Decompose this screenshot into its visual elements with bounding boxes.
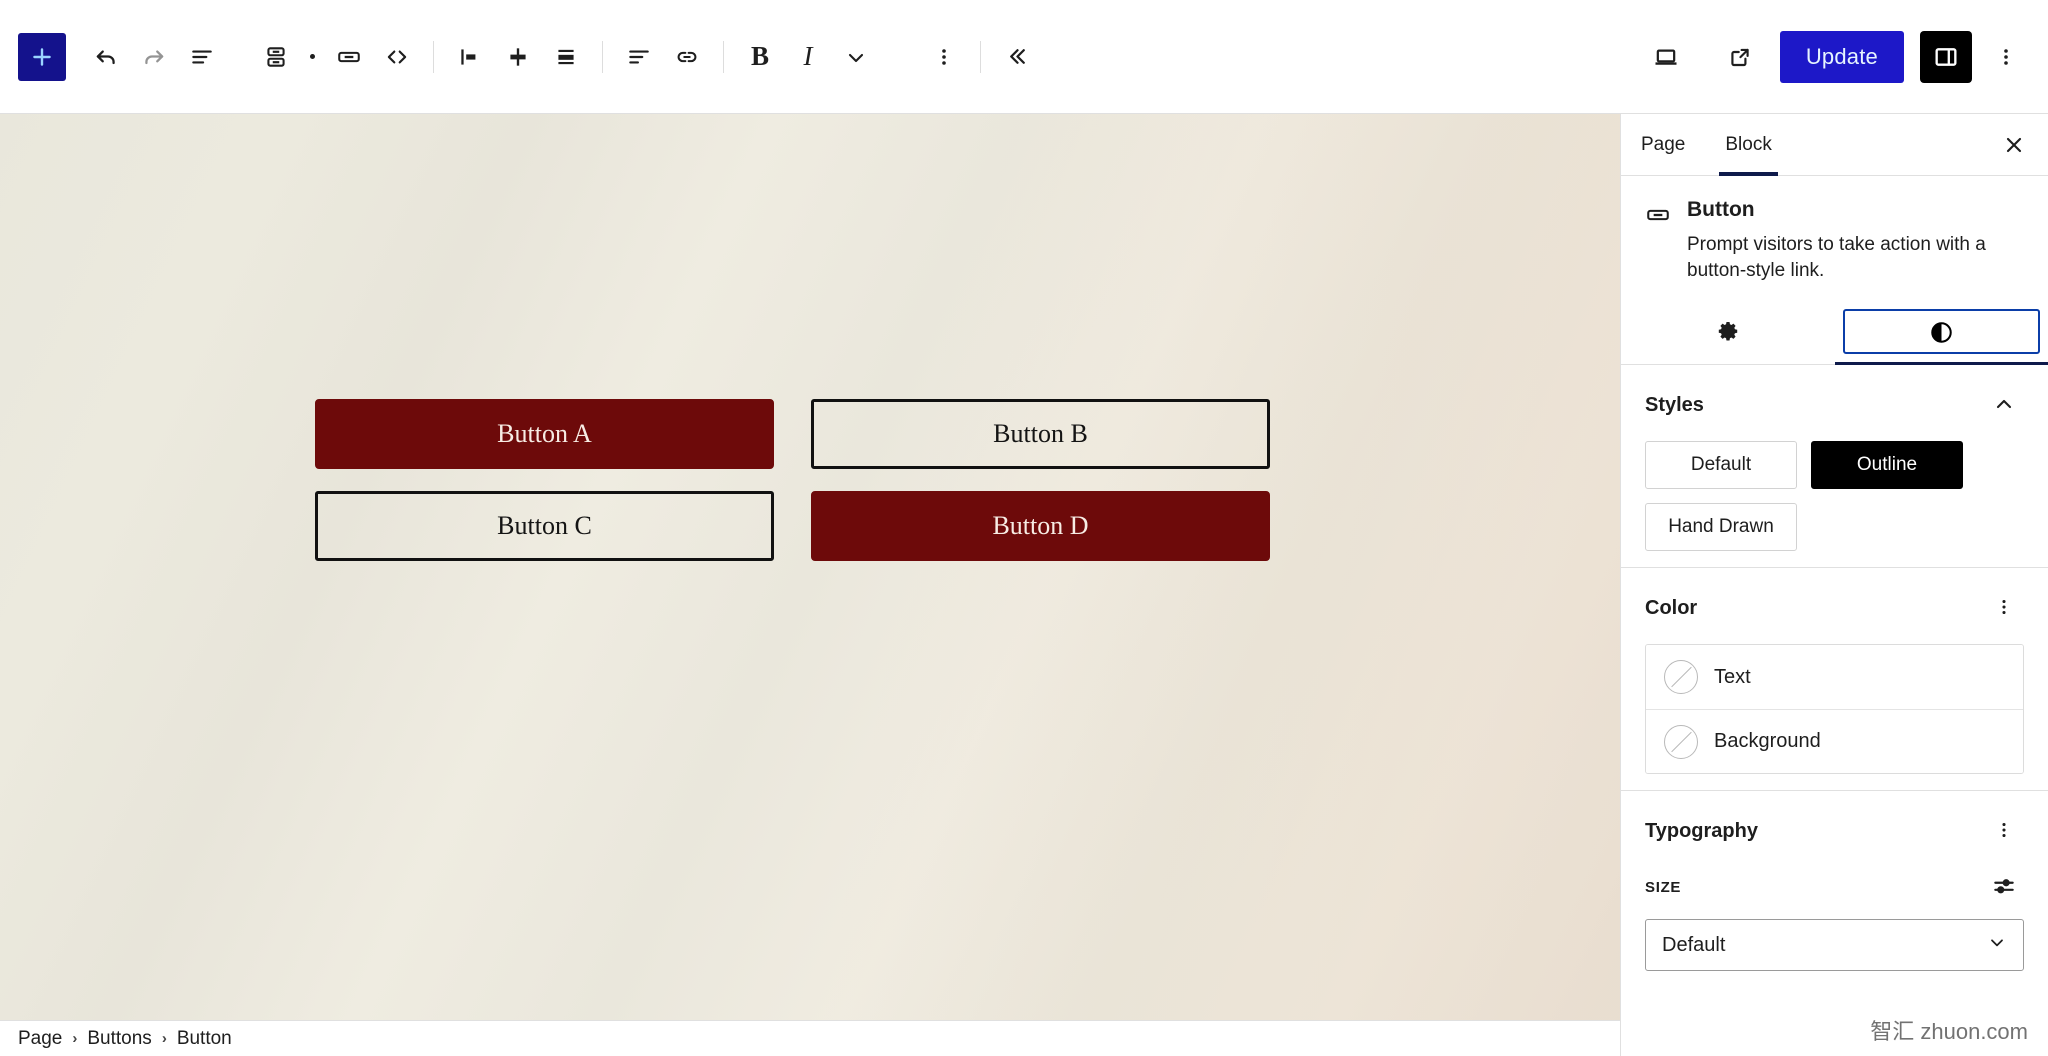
block-options-button[interactable] bbox=[920, 33, 968, 81]
toolbar-divider-2 bbox=[602, 40, 603, 73]
color-label-text: Text bbox=[1714, 665, 1751, 688]
view-external-button[interactable] bbox=[1716, 33, 1764, 81]
close-sidebar-button[interactable] bbox=[1992, 123, 2036, 167]
update-button[interactable]: Update bbox=[1779, 30, 1904, 83]
styles-section: Styles Default Outline Hand Drawn bbox=[1621, 365, 2048, 569]
color-row-text[interactable]: Text bbox=[1646, 645, 2023, 710]
add-block-button[interactable] bbox=[18, 32, 66, 81]
align-right-button[interactable] bbox=[542, 33, 590, 81]
canvas-button-b[interactable]: Button B bbox=[811, 399, 1270, 469]
buttons-row-1: Button A Button B bbox=[315, 399, 1270, 469]
more-formats-button[interactable] bbox=[832, 33, 880, 81]
style-option-default[interactable]: Default bbox=[1645, 441, 1797, 490]
style-option-hand-drawn[interactable]: Hand Drawn bbox=[1645, 503, 1797, 552]
block-title: Button bbox=[1687, 198, 1755, 221]
buttons-block[interactable]: Button A Button B Button C Button D bbox=[315, 399, 1270, 583]
italic-button[interactable]: I bbox=[784, 33, 832, 81]
font-size-header: SIZE bbox=[1645, 867, 2024, 907]
button-block-icon bbox=[1645, 198, 1671, 283]
editor-options-kebab-button[interactable] bbox=[1982, 33, 2030, 81]
preview-device-button[interactable] bbox=[1642, 33, 1690, 81]
canvas-button-d[interactable]: Button D bbox=[811, 491, 1270, 561]
styles-title: Styles bbox=[1645, 393, 1704, 416]
toolbar-divider-4 bbox=[980, 40, 981, 73]
buttons-row-2: Button C Button D bbox=[315, 491, 1270, 561]
contrast-half-circle-icon bbox=[1928, 319, 1955, 349]
edit-as-html-button[interactable] bbox=[373, 33, 421, 81]
sliders-icon bbox=[1991, 873, 2017, 902]
align-left-button[interactable] bbox=[446, 33, 494, 81]
document-overview-button[interactable] bbox=[178, 33, 226, 81]
typography-header: Typography bbox=[1645, 811, 2024, 851]
chevron-down-icon bbox=[1987, 932, 2007, 958]
breadcrumb-item-page[interactable]: Page bbox=[18, 1028, 62, 1050]
toolbar-divider bbox=[433, 40, 434, 73]
button-block-icon-button[interactable] bbox=[325, 33, 373, 81]
kebab-vertical-icon-3 bbox=[1993, 819, 2015, 844]
color-header: Color bbox=[1645, 588, 2024, 628]
undo-button[interactable] bbox=[82, 33, 130, 81]
color-options-button[interactable] bbox=[1984, 588, 2024, 628]
color-title: Color bbox=[1645, 596, 1698, 619]
typography-title: Typography bbox=[1645, 819, 1758, 842]
block-description: Prompt visitors to take action with a bu… bbox=[1687, 234, 1986, 281]
block-separator-dot bbox=[310, 54, 315, 59]
color-section: Color Text Background bbox=[1621, 568, 2048, 792]
typography-section: Typography SIZE Default bbox=[1621, 791, 2048, 987]
chevron-up-icon bbox=[1992, 392, 2016, 419]
no-color-swatch-icon-2 bbox=[1664, 724, 1698, 759]
breadcrumb-item-buttons[interactable]: Buttons bbox=[87, 1028, 151, 1050]
tab-page[interactable]: Page bbox=[1621, 114, 1705, 175]
breadcrumb: Page › Buttons › Button bbox=[0, 1020, 1620, 1056]
styles-header: Styles bbox=[1645, 385, 2024, 425]
settings-sidebar: Page Block Button Prompt visitors to tak… bbox=[1620, 114, 2048, 1056]
gear-icon bbox=[1715, 319, 1741, 348]
align-center-button[interactable] bbox=[494, 33, 542, 81]
collapse-toolbar-button[interactable] bbox=[993, 33, 1041, 81]
tab-block[interactable]: Block bbox=[1705, 114, 1791, 176]
toolbar-divider-3 bbox=[723, 40, 724, 73]
breadcrumb-item-button[interactable]: Button bbox=[177, 1028, 232, 1050]
editor-top-toolbar: B I Update bbox=[0, 0, 2048, 114]
inspector-tablist bbox=[1621, 303, 2048, 366]
typography-options-button[interactable] bbox=[1984, 811, 2024, 851]
breadcrumb-separator-icon-2: › bbox=[161, 1030, 167, 1047]
sidebar-tablist: Page Block bbox=[1621, 114, 2048, 176]
settings-sidebar-toggle[interactable] bbox=[1920, 30, 1972, 83]
font-size-label: SIZE bbox=[1645, 878, 1682, 896]
tab-styles[interactable] bbox=[1834, 303, 2048, 366]
tab-settings[interactable] bbox=[1621, 303, 1835, 364]
link-button[interactable] bbox=[663, 33, 711, 81]
buttons-block-icon-button[interactable] bbox=[252, 33, 300, 81]
font-size-settings-button[interactable] bbox=[1984, 867, 2024, 907]
font-size-value: Default bbox=[1662, 933, 1726, 956]
bold-button[interactable]: B bbox=[736, 33, 784, 81]
kebab-vertical-icon bbox=[1993, 596, 2015, 621]
breadcrumb-separator-icon: › bbox=[72, 1030, 78, 1047]
style-option-outline[interactable]: Outline bbox=[1811, 441, 1963, 490]
redo-button[interactable] bbox=[130, 33, 178, 81]
align-text-button[interactable] bbox=[615, 33, 663, 81]
color-label-background: Background bbox=[1714, 730, 1821, 753]
no-color-swatch-icon bbox=[1664, 660, 1698, 695]
color-controls: Text Background bbox=[1645, 644, 2024, 775]
color-row-background[interactable]: Background bbox=[1646, 709, 2023, 774]
font-size-select[interactable]: Default bbox=[1645, 919, 2024, 972]
styles-collapse-button[interactable] bbox=[1984, 385, 2024, 425]
editor-canvas: Button A Button B Button C Button D bbox=[0, 114, 1620, 1020]
canvas-button-a[interactable]: Button A bbox=[315, 399, 774, 469]
block-info: Button Prompt visitors to take action wi… bbox=[1621, 176, 2048, 303]
canvas-button-c[interactable]: Button C bbox=[315, 491, 774, 561]
style-variations: Default Outline Hand Drawn bbox=[1645, 441, 2024, 552]
